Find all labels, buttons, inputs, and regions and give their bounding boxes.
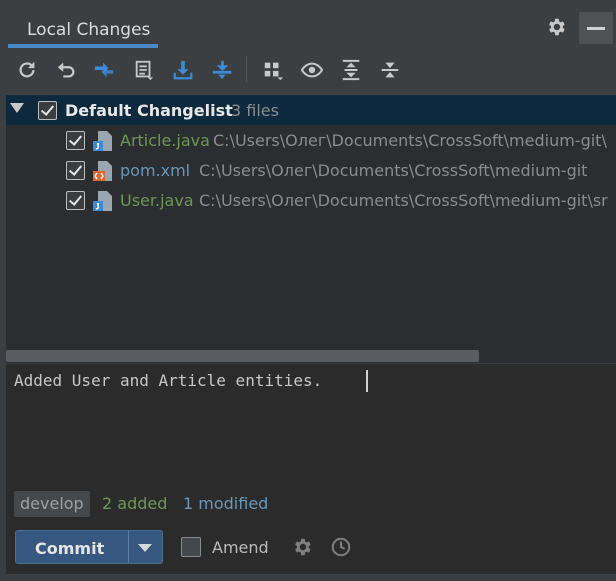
diff-icon[interactable]: [93, 59, 115, 81]
file-checkbox[interactable]: [66, 131, 85, 150]
commit-button-label: Commit: [35, 539, 105, 558]
commit-message-text: Added User and Article entities.: [14, 371, 323, 390]
file-name[interactable]: pom.xml: [120, 161, 190, 180]
changelist-count: 3 files: [231, 101, 279, 120]
file-checkbox[interactable]: [66, 161, 85, 180]
shelve-icon[interactable]: [211, 59, 233, 81]
refresh-icon[interactable]: [16, 59, 38, 81]
java-file-icon: [93, 191, 112, 211]
clock-icon[interactable]: [330, 536, 352, 558]
gear-icon[interactable]: [545, 16, 567, 38]
java-file-icon: [93, 131, 112, 151]
changelist-checkbox[interactable]: [38, 101, 57, 120]
preview-icon[interactable]: [301, 59, 323, 81]
changelist-name: Default Changelist: [65, 101, 233, 120]
file-name[interactable]: Article.java: [120, 131, 210, 150]
amend-checkbox[interactable]: [181, 537, 201, 557]
branch-badge[interactable]: develop: [14, 491, 90, 517]
group-by-icon[interactable]: [262, 59, 284, 81]
gear-icon[interactable]: [291, 536, 313, 558]
modified-count[interactable]: 1 modified: [183, 494, 268, 513]
file-path: C:\Users\Олег\Documents\CrossSoft\medium…: [199, 161, 588, 180]
collapse-all-icon[interactable]: [379, 59, 401, 81]
text-cursor: [366, 370, 368, 392]
xml-file-icon: [93, 161, 112, 181]
chevron-down-icon[interactable]: [138, 544, 152, 552]
tab-local-changes[interactable]: Local Changes: [27, 20, 150, 40]
chevron-down-icon[interactable]: [10, 103, 24, 113]
amend-label[interactable]: Amend: [212, 538, 269, 557]
changelist-icon[interactable]: [133, 59, 155, 81]
rollback-icon[interactable]: [55, 59, 77, 81]
scrollbar-thumb[interactable]: [6, 350, 479, 362]
file-name[interactable]: User.java: [120, 191, 194, 210]
file-checkbox[interactable]: [66, 191, 85, 210]
minimize-icon[interactable]: [579, 12, 613, 44]
download-icon[interactable]: [172, 59, 194, 81]
file-path: C:\Users\Олег\Documents\CrossSoft\medium…: [199, 191, 608, 210]
commit-button-separator: [128, 531, 129, 563]
added-count[interactable]: 2 added: [102, 494, 167, 513]
toolbar-separator: [246, 56, 247, 82]
expand-all-icon[interactable]: [340, 59, 362, 81]
file-path: C:\Users\Олег\Documents\CrossSoft\medium…: [213, 131, 607, 150]
